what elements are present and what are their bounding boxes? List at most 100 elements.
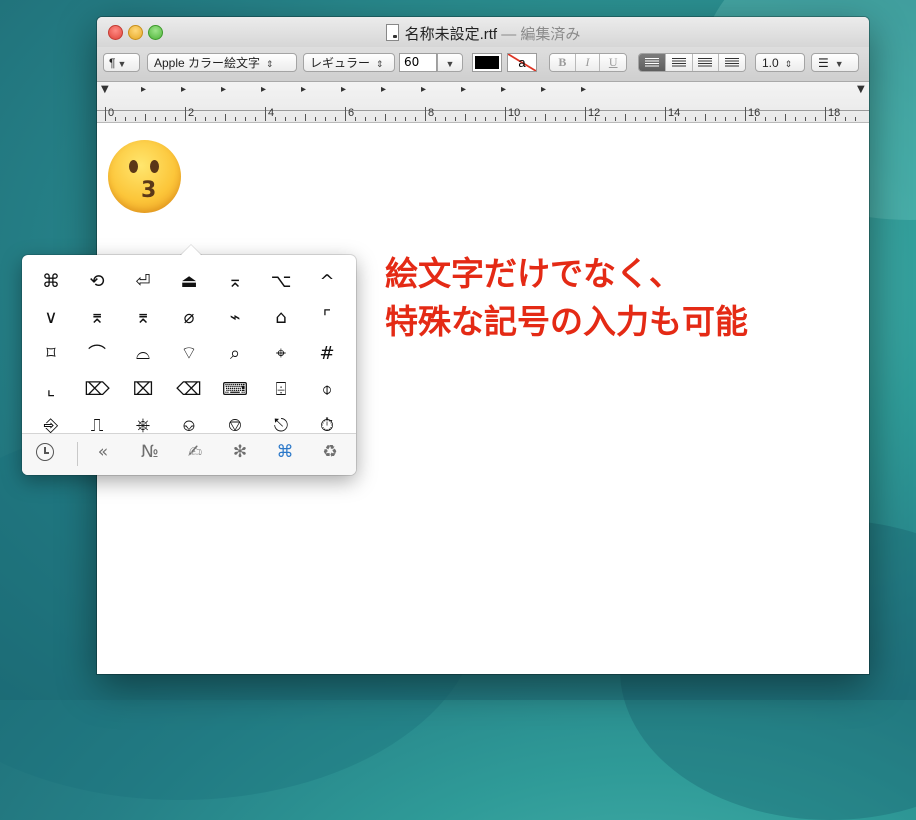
tab-stop-icon[interactable]: ▸ [541, 84, 546, 95]
symbol-cell[interactable]: ⏏ [166, 263, 212, 299]
tab-stop-icon[interactable]: ▸ [181, 84, 186, 95]
up-down-chevron-icon: ⇕ [784, 59, 793, 69]
symbol-cell[interactable]: ⟲ [74, 263, 120, 299]
tab-stop-icon[interactable]: ▸ [381, 84, 386, 95]
symbol-cell[interactable]: ⌫ [166, 371, 212, 407]
ruler-tick [365, 117, 366, 121]
right-margin-marker-icon[interactable]: ▼ [857, 84, 865, 95]
align-left-button[interactable] [639, 54, 666, 71]
text-color-well[interactable] [472, 53, 502, 72]
recycle-category-icon[interactable]: ♻ [315, 442, 345, 462]
symbol-cell[interactable]: ⌘ [28, 263, 74, 299]
ruler-tick [435, 117, 436, 121]
recent-clock-icon[interactable] [36, 443, 54, 461]
ruler[interactable]: 0 2 4 6 8 10 12 14 16 18 ▼ ▸ ▸ ▸ ▸ ▸ ▸ ▸ ▸ ▸ ▸ ▸ ▸ ▼ [97, 82, 869, 123]
symbol-cell[interactable]: ⌖ [258, 335, 304, 371]
symbol-cell[interactable]: ⌜ [304, 299, 350, 335]
line-spacing-value: 1.0 [762, 56, 779, 70]
symbol-cell[interactable]: ⎉ [166, 407, 212, 436]
symbol-cell[interactable]: ⌥ [258, 263, 304, 299]
symbol-cell[interactable]: ⌹ [258, 371, 304, 407]
first-line-indent-marker-icon[interactable]: ▼ [101, 84, 109, 95]
ruler-tick [245, 117, 246, 121]
ruler-tick [115, 117, 116, 121]
symbol-cell[interactable]: ⎋ [258, 407, 304, 436]
symbol-cell[interactable]: ⌞ [28, 371, 74, 407]
writing-hand-category-icon[interactable]: ✍ [180, 442, 210, 462]
tab-stop-icon[interactable]: ▸ [461, 84, 466, 95]
symbol-cell[interactable]: ⎍ [74, 407, 120, 436]
symbol-cell[interactable]: ⌁ [212, 299, 258, 335]
symbol-cell[interactable]: ⌓ [120, 335, 166, 371]
ruler-tick [175, 117, 176, 121]
symbol-cell[interactable]: ⏎ [120, 263, 166, 299]
paragraph-icon: ¶ [109, 56, 116, 70]
numero-sign-category-icon[interactable]: № [135, 442, 165, 462]
command-key-category-icon[interactable]: ⌘ [270, 442, 300, 462]
symbol-cell[interactable]: ⎆ [28, 407, 74, 436]
symbol-cell[interactable]: ⎈ [120, 407, 166, 436]
ruler-tick [485, 117, 486, 121]
symbol-cell[interactable]: # [304, 335, 350, 371]
symbol-cell[interactable]: ⌒ [74, 335, 120, 371]
highlight-color-well[interactable]: a [507, 53, 537, 72]
font-family-select[interactable]: Apple カラー絵文字 ⇕ [147, 53, 297, 72]
ruler-tick [565, 117, 566, 121]
ruler-tick [425, 107, 426, 121]
symbol-cell[interactable]: ⌽ [304, 371, 350, 407]
tab-stop-icon[interactable]: ▸ [501, 84, 506, 95]
ruler-tick [205, 117, 206, 121]
window-title-status: — 編集済み [501, 26, 581, 43]
chevron-down-icon: ▼ [834, 59, 844, 69]
ruler-tick [145, 114, 146, 121]
ruler-label: 8 [428, 107, 435, 119]
symbol-cell[interactable]: ⌅ [212, 263, 258, 299]
tab-stop-icon[interactable]: ▸ [141, 84, 146, 95]
symbol-cell[interactable]: ⌆ [74, 299, 120, 335]
symbol-cell[interactable]: ^ [304, 263, 350, 299]
align-center-button[interactable] [665, 54, 693, 71]
symbol-cell[interactable]: ⌀ [166, 299, 212, 335]
scroll-back-icon[interactable]: « [88, 442, 118, 462]
ruler-tick [315, 117, 316, 121]
tab-stop-icon[interactable]: ▸ [581, 84, 586, 95]
title-bar[interactable]: 名称未設定.rtf — 編集済み [97, 17, 869, 47]
symbol-cell[interactable]: ⌨ [212, 371, 258, 407]
line-spacing-select[interactable]: 1.0 ⇕ [755, 53, 805, 72]
symbol-cell[interactable]: ⌆ [120, 299, 166, 335]
symbol-cell[interactable]: ⎊ [212, 407, 258, 436]
font-size-field[interactable]: 60 [399, 53, 437, 72]
ruler-tick [635, 117, 636, 121]
rtf-document-icon[interactable] [385, 24, 399, 41]
align-right-button[interactable] [692, 54, 720, 71]
ruler-tick [165, 117, 166, 121]
align-right-icon [698, 58, 713, 67]
align-left-icon [644, 58, 659, 67]
asterisk-category-icon[interactable]: ✻ [225, 442, 255, 462]
tab-stop-icon[interactable]: ▸ [221, 84, 226, 95]
ruler-tick [775, 117, 776, 121]
symbol-cell[interactable]: ⌔ [166, 335, 212, 371]
ruler-tick [375, 117, 376, 121]
symbol-cell[interactable]: ⌂ [258, 299, 304, 335]
tab-stop-icon[interactable]: ▸ [261, 84, 266, 95]
document-emoji: 3 [108, 140, 183, 215]
list-bullets-button[interactable]: ☰ ▼ [811, 53, 859, 72]
tab-stop-icon[interactable]: ▸ [301, 84, 306, 95]
symbol-cell[interactable]: ⌦ [74, 371, 120, 407]
font-style-select[interactable]: レギュラー ⇕ [303, 53, 395, 72]
symbol-cell[interactable]: ⌑ [28, 335, 74, 371]
tab-stop-icon[interactable]: ▸ [421, 84, 426, 95]
justify-button[interactable] [719, 54, 745, 71]
symbol-cell[interactable]: ⏱ [304, 407, 350, 436]
symbol-cell[interactable]: ⌧ [120, 371, 166, 407]
symbol-cell[interactable]: ∨ [28, 299, 74, 335]
font-size-dropdown[interactable]: ▼ [437, 53, 463, 72]
paragraph-styles-button[interactable]: ¶ ▼ [103, 53, 140, 72]
tab-stop-icon[interactable]: ▸ [341, 84, 346, 95]
bold-button[interactable]: B [550, 54, 576, 71]
symbol-cell[interactable]: ⌕ [212, 335, 258, 371]
emoji-mouth: 3 [141, 178, 157, 203]
italic-button[interactable]: I [575, 54, 601, 71]
underline-button[interactable]: U [600, 54, 626, 71]
